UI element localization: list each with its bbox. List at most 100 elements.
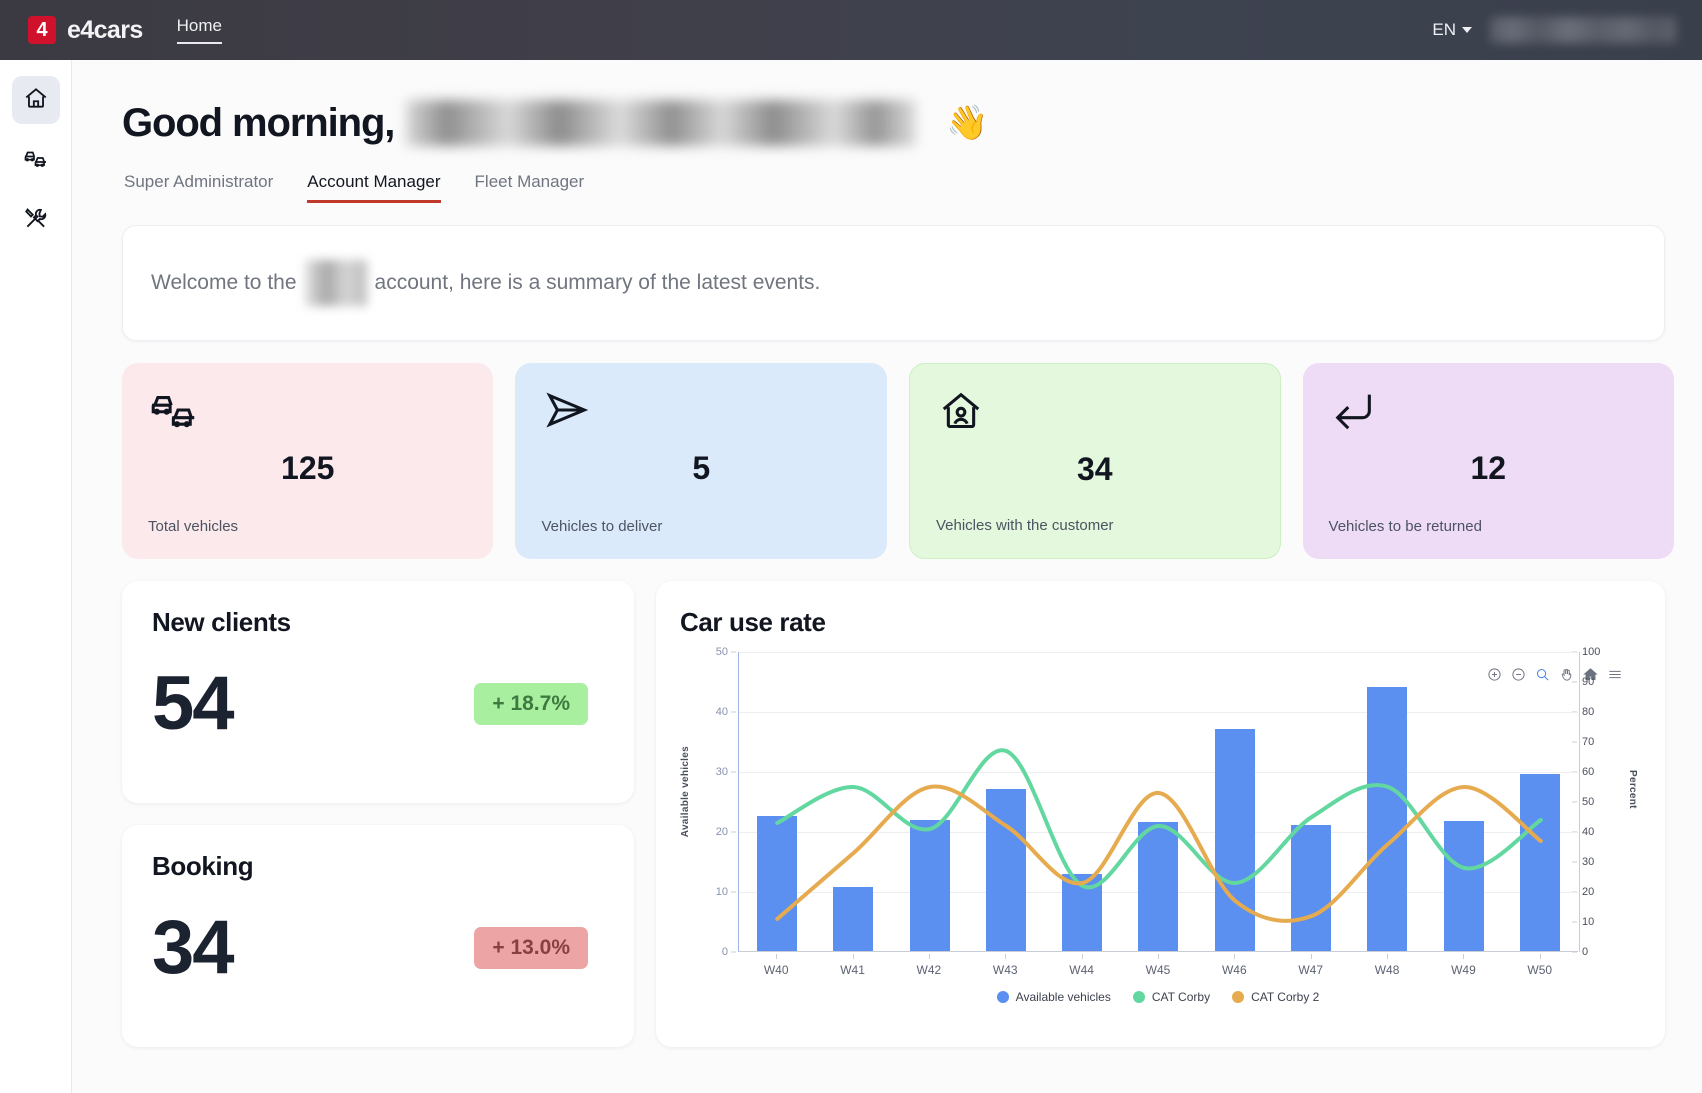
kpi-value: 12: [1470, 450, 1507, 486]
kpi-value: 34: [1076, 451, 1113, 487]
card-title: Booking: [152, 851, 254, 881]
kpi-card-vehicles-to-be-returned[interactable]: 12 Vehicles to be returned: [1302, 363, 1674, 559]
legend-dot-icon: [1132, 991, 1145, 1003]
legend-item-cat-corby-2[interactable]: CAT Corby 2: [1232, 990, 1319, 1004]
kpi-value: 5: [692, 450, 711, 486]
account-name-redacted: [304, 260, 367, 306]
nav-item-home[interactable]: Home: [176, 16, 223, 44]
legend-dot-icon: [1232, 991, 1245, 1003]
tab-account-manager[interactable]: Account Manager: [307, 172, 441, 203]
user-account-menu[interactable]: [1490, 17, 1676, 43]
brand-name: e4cars: [67, 15, 143, 44]
x-tick-W41: W41: [814, 954, 890, 977]
tools-icon: [23, 205, 49, 236]
cars-icon: [148, 396, 206, 437]
card-car-use-rate: Car use rate Available vehicles Percent …: [656, 581, 1665, 1047]
x-axis: W40 W41 W42 W43 W44 W45 W46 W47 W48 W49 W50: [738, 954, 1578, 977]
stat-value: 54: [152, 661, 235, 746]
brand-logo-icon: 4: [28, 16, 56, 44]
stat-value: 34: [152, 905, 235, 990]
legend-item-available-vehicles[interactable]: Available vehicles: [996, 990, 1111, 1004]
line-cat-corby: [775, 748, 1543, 890]
top-navigation-bar: 4 e4cars Home EN: [0, 0, 1702, 60]
sidebar: [0, 60, 72, 1093]
y-tick-mark-left: [731, 951, 736, 953]
legend-dot-icon: [996, 991, 1009, 1003]
trend-badge: + 13.0%: [474, 927, 588, 969]
topbar-right-group: EN: [1432, 17, 1676, 43]
sidebar-item-home[interactable]: [11, 76, 60, 124]
trend-badge: + 18.7%: [474, 683, 588, 725]
y-tick-right: 30: [1582, 856, 1595, 868]
tab-fleet-manager[interactable]: Fleet Manager: [475, 172, 585, 203]
kpi-card-total-vehicles[interactable]: 125 Total vehicles: [122, 363, 494, 559]
tab-super-administrator[interactable]: Super Administrator: [124, 172, 273, 203]
kpi-card-vehicles-with-customer[interactable]: 34 Vehicles with the customer: [908, 363, 1281, 559]
y-tick-mark-left: [731, 771, 736, 773]
main-content: Good morning, 👋 Super Administrator Acco…: [72, 60, 1702, 1093]
home-person-icon: [936, 392, 986, 438]
x-tick-W40: W40: [738, 954, 814, 977]
sidebar-item-tools[interactable]: [12, 196, 60, 244]
card-booking: Booking 34 + 13.0%: [122, 825, 634, 1047]
legend-label: CAT Corby: [1151, 990, 1211, 1004]
y-tick-right: 0: [1582, 946, 1589, 958]
card-body: 34 + 13.0%: [152, 910, 604, 986]
y-tick-mark-left: [731, 651, 736, 653]
legend-label: Available vehicles: [1015, 990, 1111, 1004]
kpi-label: Vehicles to deliver: [541, 518, 663, 535]
card-new-clients: New clients 54 + 18.7%: [122, 581, 634, 803]
line-series: [775, 748, 1543, 923]
kpi-value: 125: [281, 450, 335, 486]
kpi-label: Total vehicles: [148, 518, 239, 535]
kpi-card-row: 125 Total vehicles 5 Vehicles to deliver…: [122, 363, 1674, 559]
welcome-prefix: Welcome to the: [151, 271, 297, 294]
waving-hand-icon: 👋: [946, 104, 989, 142]
x-tick-W44: W44: [1043, 954, 1119, 977]
x-tick-W49: W49: [1425, 954, 1501, 977]
send-icon: [541, 392, 593, 437]
card-body: 54 + 18.7%: [152, 666, 604, 742]
chart-plot-area: Available vehicles Percent 0 10 20 30 40 50 0…: [680, 646, 1640, 1020]
plot-canvas: [738, 652, 1580, 952]
y-tick-right: 90: [1582, 676, 1595, 688]
x-tick-W48: W48: [1349, 954, 1425, 977]
greeting-header: Good morning, 👋: [122, 100, 1674, 146]
y-tick-left: 50: [715, 646, 728, 658]
line-cat-corby-2: [775, 784, 1543, 923]
y-tick-right: 40: [1582, 826, 1595, 838]
card-title: New clients: [152, 607, 291, 637]
kpi-card-vehicles-to-deliver[interactable]: 5 Vehicles to deliver: [515, 363, 887, 559]
y-tick-right: 60: [1582, 766, 1595, 778]
language-label: EN: [1432, 20, 1456, 39]
legend-label: CAT Corby 2: [1251, 990, 1320, 1004]
x-tick-W46: W46: [1196, 954, 1272, 977]
sidebar-item-vehicles[interactable]: [12, 136, 60, 184]
y-axis-label-left: Available vehicles: [680, 746, 691, 838]
user-display-name-redacted: [406, 100, 917, 146]
x-tick-W45: W45: [1120, 954, 1196, 977]
y-tick-left: 20: [715, 826, 728, 838]
kpi-label: Vehicles to be returned: [1328, 518, 1482, 535]
kpi-label: Vehicles with the customer: [935, 517, 1114, 534]
welcome-banner: Welcome to the account, here is a summar…: [122, 225, 1665, 341]
home-icon: [23, 85, 49, 116]
stat-cards-column: New clients 54 + 18.7% Booking 34 + 13.0…: [122, 581, 634, 1047]
x-tick-W43: W43: [967, 954, 1043, 977]
x-tick-W50: W50: [1502, 954, 1578, 977]
language-selector[interactable]: EN: [1432, 20, 1472, 40]
y-tick-right: 80: [1582, 706, 1595, 718]
y-tick-right: 100: [1582, 646, 1601, 658]
right-axis-line: [1579, 652, 1580, 952]
x-tick-W47: W47: [1273, 954, 1349, 977]
page-title: Good morning,: [122, 100, 395, 145]
y-tick-mark-left: [731, 711, 736, 713]
return-icon: [1329, 394, 1379, 437]
y-tick-mark-left: [731, 831, 736, 833]
y-tick-right: 50: [1582, 796, 1595, 808]
legend-item-cat-corby[interactable]: CAT Corby: [1132, 990, 1211, 1004]
chart-legend: Available vehicles CAT Corby CAT Corby 2: [738, 990, 1578, 1004]
chevron-down-icon: [1462, 27, 1472, 33]
lower-section: New clients 54 + 18.7% Booking 34 + 13.0…: [122, 581, 1674, 1047]
y-tick-left: 40: [715, 706, 728, 718]
